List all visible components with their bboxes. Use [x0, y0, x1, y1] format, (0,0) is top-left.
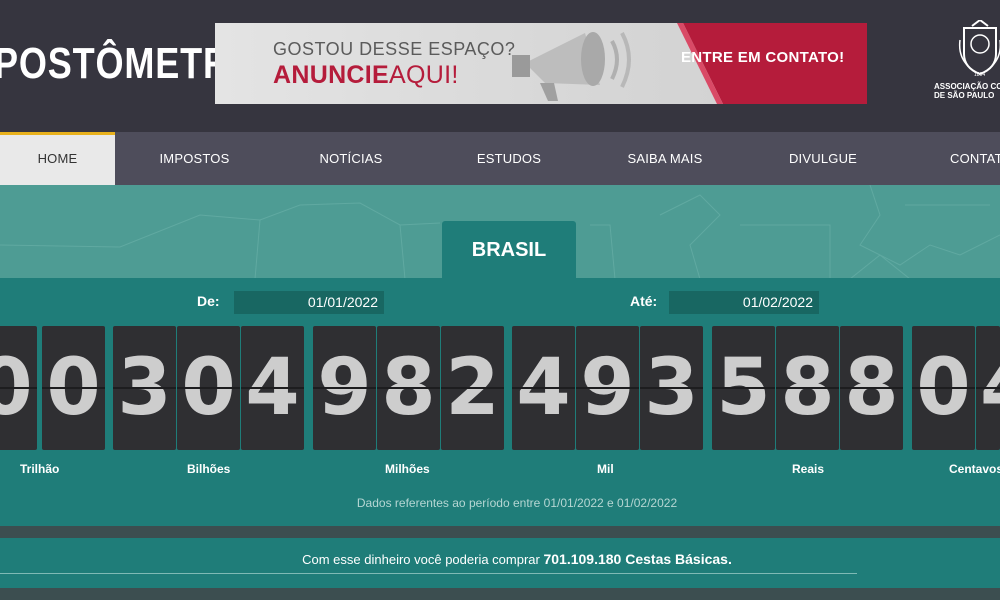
region-tab-brasil[interactable]: BRASIL [442, 221, 576, 279]
ad-headline: GOSTOU DESSE ESPAÇO? [273, 39, 516, 59]
nav-item-saiba-mais[interactable]: SAIBA MAIS [614, 132, 716, 185]
ad-subheadline: ANUNCIEAQUI! [273, 61, 459, 89]
unit-label-reais: Reais [792, 462, 825, 476]
unit-label-mil: Mil [597, 462, 614, 476]
nav-item-impostos[interactable]: IMPOSTOS [142, 132, 247, 185]
to-date-label: Até: [630, 293, 658, 309]
basket-equivalent-text: Com esse dinheiro você poderia comprar 7… [302, 551, 732, 567]
main-nav: HOME IMPOSTOS NOTÍCIAS ESTUDOS SAIBA MAI… [0, 132, 1000, 185]
counter-digit: 4 [241, 326, 304, 450]
counter-digit: 9 [576, 326, 639, 450]
period-note: Dados referentes ao período entre 01/01/… [356, 496, 678, 510]
association-name: ASSOCIAÇÃO COMEDE SÃO PAULO [934, 82, 1000, 100]
association-year: 1894 [974, 72, 986, 78]
counter-digit: 9 [313, 326, 376, 450]
nav-item-home[interactable]: HOME [0, 132, 115, 185]
counter-digit: 0 [177, 326, 240, 450]
from-date-input[interactable]: 01/01/2022 [234, 291, 384, 314]
counter-digit: 2 [441, 326, 504, 450]
nav-item-noticias[interactable]: NOTÍCIAS [300, 132, 402, 185]
nav-item-contato[interactable]: CONTATO [930, 132, 1000, 185]
basket-underline [0, 573, 857, 574]
counter-digit: 3 [113, 326, 176, 450]
counter-digit: 0 [42, 326, 105, 450]
to-date-input[interactable]: 01/02/2022 [669, 291, 819, 314]
unit-label-trilhao: Trilhão [20, 462, 60, 476]
nav-item-divulgue[interactable]: DIVULGUE [772, 132, 874, 185]
site-header: POSTÔMETRO GOSTOU DESSE ESPAÇO? ANUNCIEA… [0, 0, 1000, 132]
association-logo[interactable]: 1894 ASSOCIAÇÃO COMEDE SÃO PAULO [928, 20, 1000, 110]
unit-label-bilhoes: Bilhões [187, 462, 231, 476]
counter-digit: 5 [712, 326, 775, 450]
counter-digit: 4 [976, 326, 1000, 450]
counter-digit: 4 [512, 326, 575, 450]
counter-digit: 8 [776, 326, 839, 450]
nav-item-estudos[interactable]: ESTUDOS [458, 132, 560, 185]
counter-digit: 3 [640, 326, 703, 450]
unit-label-milhoes: Milhões [385, 462, 430, 476]
basket-equivalent-panel: Com esse dinheiro você poderia comprar 7… [0, 538, 1000, 588]
section-divider [0, 526, 1000, 538]
megaphone-icon [512, 32, 631, 101]
page-bottom-strip [0, 588, 1000, 600]
counter-digit: 8 [377, 326, 440, 450]
tax-counter-panel: De: 01/01/2022 Até: 01/02/2022 0 0 3 0 4… [0, 278, 1000, 526]
unit-label-centavos: Centavos [949, 462, 1000, 476]
counter-digit: 0 [0, 326, 37, 450]
counter-digit: 0 [912, 326, 975, 450]
basket-value: 701.109.180 Cestas Básicas. [543, 551, 732, 567]
counter-digit: 8 [840, 326, 903, 450]
ad-contact-button[interactable]: ENTRE EM CONTATO! [681, 49, 844, 66]
seal-icon [958, 20, 1000, 76]
from-date-label: De: [197, 293, 220, 309]
